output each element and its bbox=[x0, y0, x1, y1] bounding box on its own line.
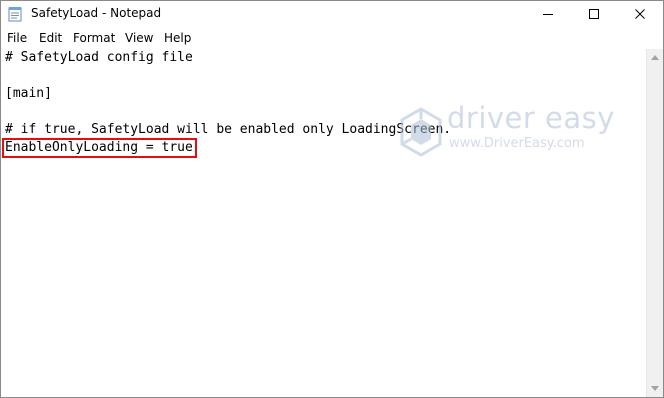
watermark-url: www.DriverEasy.com bbox=[449, 136, 585, 151]
menu-file[interactable]: File bbox=[7, 31, 27, 45]
notepad-window: SafetyLoad - Notepad File Edit Format Vi… bbox=[0, 0, 664, 398]
scroll-up-arrow-icon[interactable] bbox=[651, 55, 659, 60]
menu-view[interactable]: View bbox=[125, 31, 153, 45]
title-bar[interactable]: SafetyLoad - Notepad bbox=[1, 1, 663, 27]
maximize-button[interactable] bbox=[571, 1, 617, 27]
close-button[interactable] bbox=[617, 1, 663, 27]
notepad-icon bbox=[8, 6, 22, 22]
close-icon bbox=[635, 9, 645, 19]
scroll-down-arrow-icon[interactable] bbox=[651, 386, 659, 391]
menu-help[interactable]: Help bbox=[164, 31, 191, 45]
window-title: SafetyLoad - Notepad bbox=[31, 6, 162, 20]
menu-bar: File Edit Format View Help bbox=[1, 28, 663, 48]
menu-format[interactable]: Format bbox=[73, 31, 115, 45]
highlight-annotation-box bbox=[2, 138, 197, 158]
minimize-icon bbox=[543, 14, 553, 15]
driver-easy-logo-icon bbox=[400, 107, 442, 157]
editor-line-3[interactable]: [main] bbox=[5, 86, 52, 101]
vertical-scrollbar[interactable] bbox=[646, 49, 663, 397]
editor-line-5[interactable]: # if true, SafetyLoad will be enabled on… bbox=[5, 122, 451, 137]
menu-edit[interactable]: Edit bbox=[39, 31, 62, 45]
driver-easy-watermark: driver easy www.DriverEasy.com bbox=[399, 101, 614, 163]
watermark-brand: driver easy bbox=[447, 101, 615, 135]
maximize-icon bbox=[589, 9, 599, 19]
minimize-button[interactable] bbox=[525, 1, 571, 27]
editor-line-1[interactable]: # SafetyLoad config file bbox=[5, 50, 193, 65]
